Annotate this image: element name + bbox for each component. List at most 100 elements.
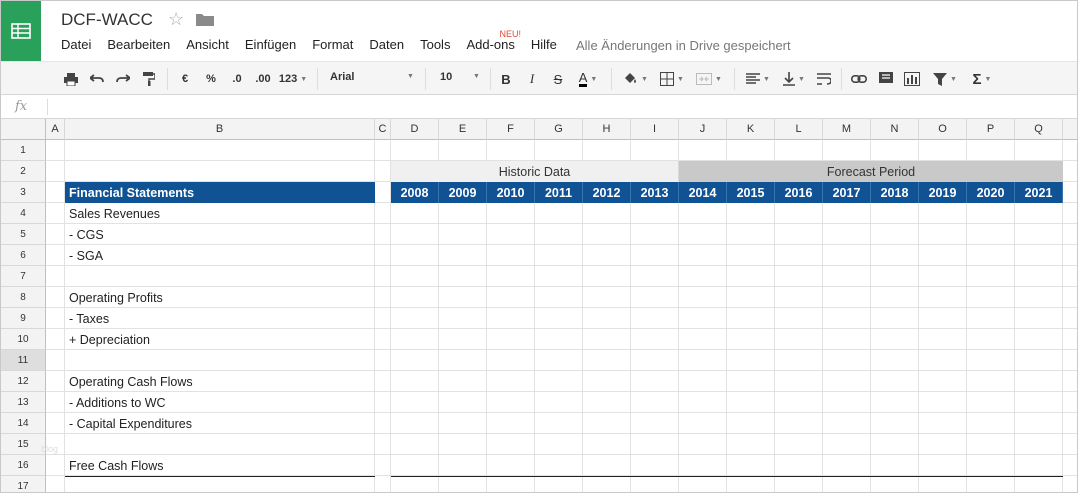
menu-bearbeiten[interactable]: Bearbeiten (107, 37, 170, 52)
row-header-17[interactable]: 17 (1, 476, 46, 492)
row-header-2[interactable]: 2 (1, 161, 46, 182)
row-header-5[interactable]: 5 (1, 224, 46, 245)
year-cell[interactable]: 2021 (1015, 182, 1063, 203)
row-header-6[interactable]: 6 (1, 245, 46, 266)
year-cell[interactable]: 2015 (727, 182, 775, 203)
year-cell[interactable]: 2014 (679, 182, 727, 203)
menu-ansicht[interactable]: Ansicht (186, 37, 229, 52)
column-header-p[interactable]: P (967, 119, 1015, 140)
save-status[interactable]: Alle Änderungen in Drive gespeichert (576, 38, 791, 53)
star-icon[interactable]: ☆ (168, 9, 184, 30)
row-header-12[interactable]: 12 (1, 371, 46, 392)
menu-format[interactable]: Format (312, 37, 353, 52)
currency-button[interactable]: € (177, 70, 193, 88)
column-header-n[interactable]: N (871, 119, 919, 140)
column-header-c[interactable]: C (375, 119, 391, 140)
year-cell[interactable]: 2017 (823, 182, 871, 203)
chart-icon[interactable] (902, 70, 922, 88)
vertical-align-button[interactable]: ▼ (779, 70, 809, 88)
print-icon[interactable] (62, 70, 80, 88)
redo-icon[interactable] (114, 70, 132, 88)
column-header-q[interactable]: Q (1015, 119, 1063, 140)
row-label-cell[interactable]: Sales Revenues (69, 203, 160, 224)
row-label-cell[interactable]: + Depreciation (69, 329, 150, 350)
year-cell[interactable]: 2016 (775, 182, 823, 203)
column-header-g[interactable]: G (535, 119, 583, 140)
row-header-11[interactable]: 11 (1, 350, 46, 371)
column-header-j[interactable]: J (679, 119, 727, 140)
column-header-k[interactable]: K (727, 119, 775, 140)
row-label-cell[interactable]: Operating Profits (69, 287, 163, 308)
column-header-l[interactable]: L (775, 119, 823, 140)
menu-einfuegen[interactable]: Einfügen (245, 37, 296, 52)
percent-button[interactable]: % (203, 70, 219, 88)
text-color-button[interactable]: A ▼ (573, 70, 603, 88)
column-header-d[interactable]: D (391, 119, 439, 140)
column-header-a[interactable]: A (46, 119, 65, 140)
column-header-i[interactable]: I (631, 119, 679, 140)
menu-daten[interactable]: Daten (369, 37, 404, 52)
select-all-corner[interactable] (1, 119, 46, 140)
column-header-b[interactable]: B (65, 119, 375, 140)
menu-addons[interactable]: Add-ons NEU! (466, 29, 521, 52)
row-header-13[interactable]: 13 (1, 392, 46, 413)
menu-addons-label[interactable]: Add-ons (466, 37, 514, 52)
font-family-dropdown[interactable]: Arial ▼ (330, 71, 416, 83)
link-icon[interactable] (849, 70, 869, 88)
document-title[interactable]: DCF-WACC (61, 10, 153, 30)
row-header-7[interactable]: 7 (1, 266, 46, 287)
row-header-10[interactable]: 10 (1, 329, 46, 350)
formula-input[interactable] (53, 99, 1063, 115)
year-cell[interactable]: 2010 (487, 182, 535, 203)
row-header-4[interactable]: 4 (1, 203, 46, 224)
menu-datei[interactable]: Datei (61, 37, 91, 52)
column-header-m[interactable]: M (823, 119, 871, 140)
year-cell[interactable]: 2011 (535, 182, 583, 203)
fill-color-button[interactable]: ▼ (620, 70, 650, 88)
horizontal-align-button[interactable]: ▼ (743, 70, 773, 88)
year-cell[interactable]: 2020 (967, 182, 1015, 203)
row-label-cell[interactable]: - CGS (69, 224, 104, 245)
sheets-logo-icon[interactable] (1, 1, 41, 61)
font-size-dropdown[interactable]: 10 ▼ (440, 71, 484, 83)
row-header-14[interactable]: 14 (1, 413, 46, 434)
functions-button[interactable]: Σ ▼ (967, 70, 997, 88)
row-label-cell[interactable]: - Additions to WC (69, 392, 166, 413)
folder-icon[interactable] (196, 13, 214, 26)
strikethrough-button[interactable]: S (551, 70, 565, 88)
row-label-cell[interactable]: Free Cash Flows (69, 455, 163, 476)
historic-data-header[interactable]: Historic Data (391, 161, 679, 182)
menu-hilfe[interactable]: Hilfe (531, 37, 557, 52)
column-header-h[interactable]: H (583, 119, 631, 140)
decrease-decimals-button[interactable]: .0 (227, 70, 247, 88)
year-cell[interactable]: 2018 (871, 182, 919, 203)
merge-cells-button[interactable]: ▼ (693, 70, 725, 88)
text-wrap-icon[interactable] (815, 70, 833, 88)
row-header-8[interactable]: 8 (1, 287, 46, 308)
increase-decimals-button[interactable]: .00 (252, 70, 274, 88)
year-cell[interactable]: 2008 (391, 182, 439, 203)
financial-statements-header[interactable]: Financial Statements (65, 182, 375, 203)
bold-button[interactable]: B (499, 70, 513, 88)
row-label-cell[interactable]: - Taxes (69, 308, 109, 329)
menu-tools[interactable]: Tools (420, 37, 450, 52)
row-header-15[interactable]: 15 (1, 434, 46, 455)
row-label-cell[interactable]: Operating Cash Flows (69, 371, 193, 392)
italic-button[interactable]: I (525, 70, 539, 88)
forecast-period-header[interactable]: Forecast Period (679, 161, 1063, 182)
row-label-cell[interactable]: - SGA (69, 245, 103, 266)
year-cell[interactable]: 2012 (583, 182, 631, 203)
column-header-o[interactable]: O (919, 119, 967, 140)
column-header-f[interactable]: F (487, 119, 535, 140)
year-cell[interactable]: 2013 (631, 182, 679, 203)
undo-icon[interactable] (88, 70, 106, 88)
paint-format-icon[interactable] (140, 70, 158, 88)
column-header-e[interactable]: E (439, 119, 487, 140)
row-header-3[interactable]: 3 (1, 182, 46, 203)
comment-icon[interactable] (877, 70, 895, 88)
row-label-cell[interactable]: - Capital Expenditures (69, 413, 192, 434)
row-header-9[interactable]: 9 (1, 308, 46, 329)
borders-button[interactable]: ▼ (657, 70, 687, 88)
number-format-dropdown[interactable]: 123 ▼ (277, 70, 309, 88)
year-cell[interactable]: 2009 (439, 182, 487, 203)
